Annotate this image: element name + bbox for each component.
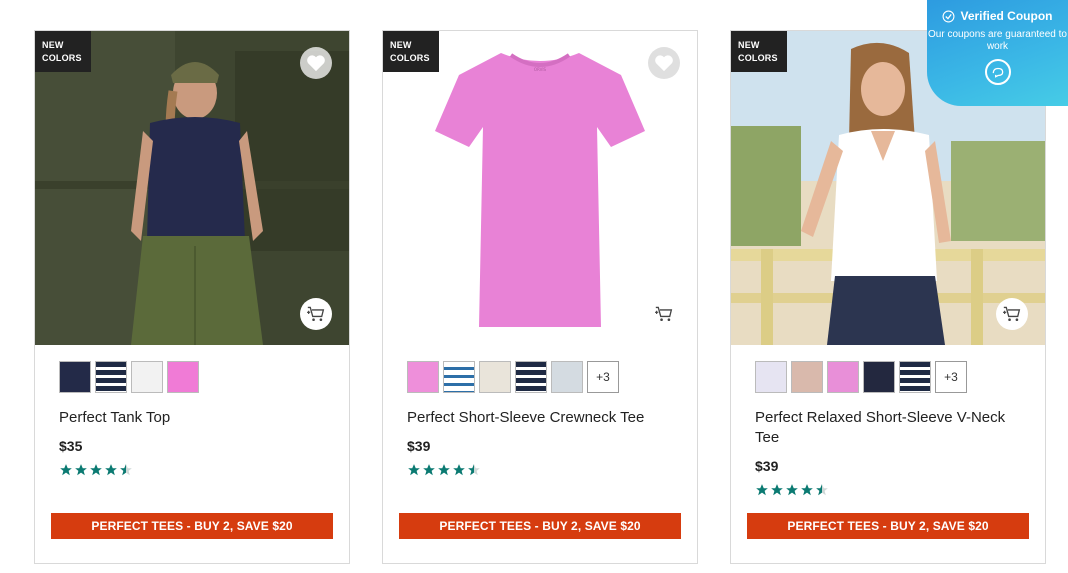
color-swatches xyxy=(59,361,199,393)
more-colors-button[interactable]: +3 xyxy=(587,361,619,393)
star-icon xyxy=(801,484,813,496)
product-card-perfect-tank-top[interactable]: NEW COLORS Perfect Tank Top $35 PERFECT … xyxy=(34,30,350,564)
swatch-pink[interactable] xyxy=(167,361,199,393)
star-icon xyxy=(90,464,102,476)
heart-icon xyxy=(307,55,325,72)
star-icon xyxy=(786,484,798,496)
svg-text:ORVIS: ORVIS xyxy=(534,67,547,72)
new-colors-badge: NEW COLORS xyxy=(731,31,787,72)
new-colors-badge: NEW COLORS xyxy=(383,31,439,72)
star-icon xyxy=(423,464,435,476)
coupon-subtitle: Our coupons are guaranteed to work xyxy=(928,29,1067,52)
promo-banner[interactable]: PERFECT TEES - BUY 2, SAVE $20 xyxy=(51,513,333,539)
add-to-cart-icon xyxy=(307,306,325,322)
verified-coupon-widget[interactable]: Verified Coupon Our coupons are guarante… xyxy=(927,0,1068,106)
product-name[interactable]: Perfect Relaxed Short-Sleeve V-Neck Tee xyxy=(755,408,1023,448)
swatch-blue-stripe[interactable] xyxy=(443,361,475,393)
half-star-icon xyxy=(120,464,132,476)
promo-banner[interactable]: PERFECT TEES - BUY 2, SAVE $20 xyxy=(399,513,681,539)
coupon-header: Verified Coupon xyxy=(927,9,1068,23)
add-to-cart-button[interactable] xyxy=(648,298,680,330)
product-image[interactable]: ORVIS xyxy=(383,31,697,345)
swatch-blush[interactable] xyxy=(791,361,823,393)
badge-line-1: NEW xyxy=(42,40,64,50)
rating-stars xyxy=(407,463,481,477)
swatch-pink[interactable] xyxy=(407,361,439,393)
star-icon xyxy=(75,464,87,476)
rating-stars xyxy=(755,483,829,497)
swatch-light-blue[interactable] xyxy=(551,361,583,393)
badge-line-1: NEW xyxy=(390,40,412,50)
more-colors-button[interactable]: +3 xyxy=(935,361,967,393)
favorite-button[interactable] xyxy=(648,47,680,79)
swatch-white[interactable] xyxy=(131,361,163,393)
coupon-title: Verified Coupon xyxy=(960,9,1053,23)
heart-icon xyxy=(655,55,673,72)
product-name[interactable]: Perfect Tank Top xyxy=(59,408,327,428)
product-card-perfect-crewneck-tee[interactable]: ORVIS NEW COLORS +3 Perfect Short-Sleeve… xyxy=(382,30,698,564)
swatch-navy-stripe[interactable] xyxy=(899,361,931,393)
star-icon xyxy=(771,484,783,496)
new-colors-badge: NEW COLORS xyxy=(35,31,91,72)
badge-line-1: NEW xyxy=(738,40,760,50)
rating-stars xyxy=(59,463,133,477)
color-swatches: +3 xyxy=(755,361,967,393)
star-icon xyxy=(438,464,450,476)
color-swatches: +3 xyxy=(407,361,619,393)
swatch-pink[interactable] xyxy=(827,361,859,393)
badge-line-2: COLORS xyxy=(738,53,778,63)
half-star-icon xyxy=(468,464,480,476)
star-icon xyxy=(408,464,420,476)
product-price: $39 xyxy=(755,458,779,474)
badge-line-2: COLORS xyxy=(390,53,430,63)
star-icon xyxy=(105,464,117,476)
swatch-lavender[interactable] xyxy=(755,361,787,393)
check-circle-icon xyxy=(943,10,955,22)
coupon-logo-icon[interactable] xyxy=(984,59,1011,85)
half-star-icon xyxy=(816,484,828,496)
badge-line-2: COLORS xyxy=(42,53,82,63)
swatch-navy-stripe[interactable] xyxy=(515,361,547,393)
swatch-navy[interactable] xyxy=(863,361,895,393)
star-icon xyxy=(756,484,768,496)
favorite-button[interactable] xyxy=(300,47,332,79)
swatch-navy[interactable] xyxy=(59,361,91,393)
product-price: $39 xyxy=(407,438,431,454)
add-to-cart-icon xyxy=(655,306,673,322)
add-to-cart-button[interactable] xyxy=(300,298,332,330)
swatch-oatmeal[interactable] xyxy=(479,361,511,393)
add-to-cart-button[interactable] xyxy=(996,298,1028,330)
product-name[interactable]: Perfect Short-Sleeve Crewneck Tee xyxy=(407,408,675,428)
product-card-perfect-vneck-tee[interactable]: NEW COLORS +3 Perfect Relaxed Short-Slee… xyxy=(730,30,1046,564)
swatch-navy-stripe[interactable] xyxy=(95,361,127,393)
star-icon xyxy=(453,464,465,476)
promo-banner[interactable]: PERFECT TEES - BUY 2, SAVE $20 xyxy=(747,513,1029,539)
star-icon xyxy=(60,464,72,476)
product-image[interactable] xyxy=(35,31,349,345)
product-price: $35 xyxy=(59,438,83,454)
add-to-cart-icon xyxy=(1003,306,1021,322)
